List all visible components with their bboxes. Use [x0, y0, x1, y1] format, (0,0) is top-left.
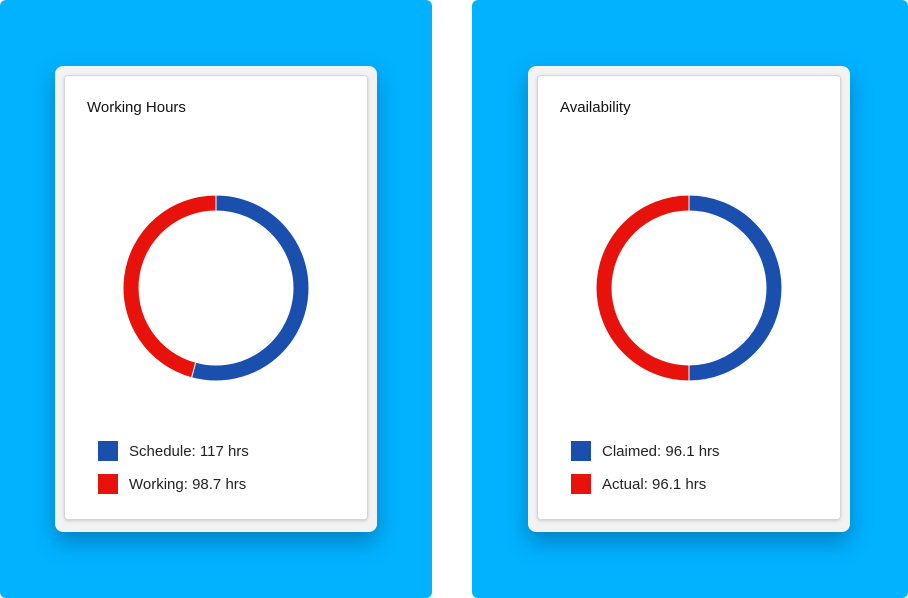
legend-swatch-actual — [571, 474, 591, 494]
card-title: Availability — [560, 99, 631, 116]
legend-item-claimed: Claimed: 96.1 hrs — [571, 440, 720, 462]
working-hours-card-body: Working Hours Schedule: 117 hrs Working:… — [64, 75, 368, 520]
chart-legend: Schedule: 117 hrs Working: 98.7 hrs — [98, 440, 249, 506]
card-title: Working Hours — [87, 99, 186, 116]
working-hours-card: Working Hours Schedule: 117 hrs Working:… — [55, 66, 377, 532]
legend-swatch-claimed — [571, 441, 591, 461]
legend-swatch-schedule — [98, 441, 118, 461]
chart-legend: Claimed: 96.1 hrs Actual: 96.1 hrs — [571, 440, 720, 506]
legend-label: Working: 98.7 hrs — [129, 475, 247, 493]
donut-slice-schedule — [190, 194, 310, 382]
availability-donut-chart — [595, 194, 783, 382]
availability-card-body: Availability Claimed: 96.1 hrs Actual: 9… — [537, 75, 841, 520]
legend-item-working: Working: 98.7 hrs — [98, 473, 249, 495]
working-hours-donut-chart — [122, 194, 310, 382]
legend-label: Actual: 96.1 hrs — [602, 475, 707, 493]
donut-slice-claimed — [688, 194, 783, 382]
donut-slice-actual — [595, 194, 690, 382]
availability-card: Availability Claimed: 96.1 hrs Actual: 9… — [528, 66, 850, 532]
donut-slice-working — [122, 194, 217, 379]
legend-swatch-working — [98, 474, 118, 494]
left-background-panel: Working Hours Schedule: 117 hrs Working:… — [0, 0, 432, 598]
legend-item-schedule: Schedule: 117 hrs — [98, 440, 249, 462]
legend-label: Schedule: 117 hrs — [129, 442, 249, 460]
legend-label: Claimed: 96.1 hrs — [602, 442, 720, 460]
legend-item-actual: Actual: 96.1 hrs — [571, 473, 720, 495]
right-background-panel: Availability Claimed: 96.1 hrs Actual: 9… — [472, 0, 908, 598]
